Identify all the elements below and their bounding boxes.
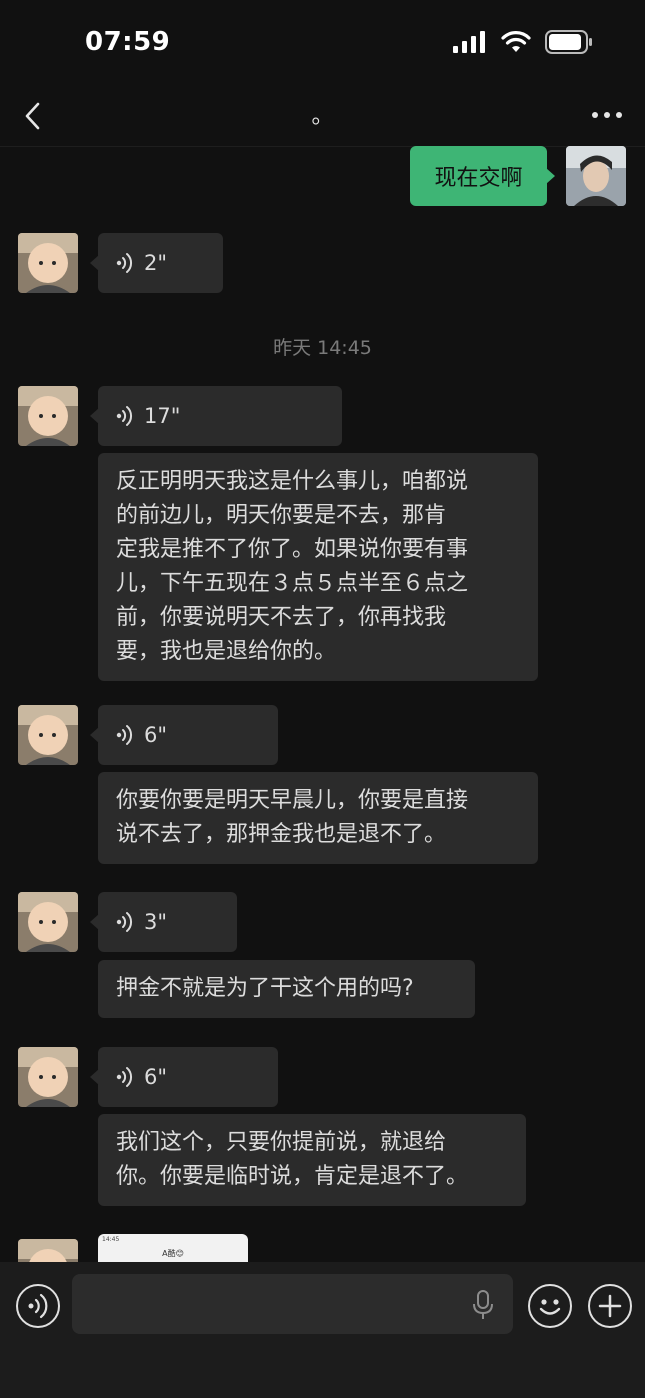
voice-wave-icon [28, 1293, 48, 1319]
chat-header: 。 [0, 88, 645, 147]
transcript-line: 定我是推不了你了。如果说你要有事 [116, 537, 469, 562]
emoji-button[interactable] [528, 1284, 572, 1328]
status-icons [453, 30, 593, 54]
voice-message[interactable]: 6" [90, 1047, 278, 1107]
contact-avatar[interactable] [18, 233, 78, 293]
voice-wave-icon [116, 725, 133, 745]
voice-transcript[interactable]: 反正明明天我这是什么事儿，咱都说 的前边儿，明天你要是不去，那肯 定我是推不了你… [98, 453, 538, 681]
chat-title: 。 [311, 104, 334, 129]
message-list[interactable]: 现在交啊 2" 昨天 14:45 17" 反正明明天我这是什么事儿，咱都说 的前… [0, 146, 645, 1262]
smiley-icon [539, 1299, 561, 1315]
voice-message[interactable]: 3" [90, 892, 237, 952]
thumb-status-time: 14:45 [102, 1236, 120, 1243]
transcript-line: 的前边儿，明天你要是不去，那肯 [116, 503, 447, 528]
voice-input-button[interactable] [16, 1284, 60, 1328]
transcript-line: 说不去了，那押金我也是退不了。 [116, 822, 447, 847]
transcript-line: 要，我也是退给你的。 [116, 639, 337, 664]
voice-transcript[interactable]: 我们这个，只要你提前说，就退给 你。你要是临时说，肯定是退不了。 [98, 1114, 526, 1206]
more-functions-button[interactable] [588, 1284, 632, 1328]
voice-message[interactable]: 2" [90, 233, 223, 293]
signal-icon [453, 31, 485, 53]
thumb-title: A酷😊 [162, 1249, 184, 1258]
transcript-line: 前，你要说明天不去了，你再找我 [116, 605, 447, 630]
voice-wave-icon [116, 253, 133, 273]
sent-text-bubble[interactable]: 现在交啊 [410, 146, 555, 206]
contact-avatar[interactable] [18, 1047, 78, 1107]
plus-icon [598, 1294, 622, 1318]
voice-duration: 3" [144, 910, 168, 934]
timestamp: 昨天 14:45 [273, 337, 372, 359]
input-bar [0, 1262, 645, 1398]
transcript-line: 押金不就是为了干这个用的吗? [116, 976, 414, 1001]
more-options-icon[interactable] [587, 100, 627, 130]
voice-duration: 2" [144, 251, 168, 275]
voice-duration: 6" [144, 723, 168, 747]
voice-message[interactable]: 6" [90, 705, 278, 765]
image-message[interactable]: 14:45 A酷😊 [98, 1234, 248, 1262]
voice-wave-icon [116, 1067, 133, 1087]
voice-duration: 6" [144, 1065, 168, 1089]
voice-transcript[interactable]: 你要你要是明天早晨儿，你要是直接 说不去了，那押金我也是退不了。 [98, 772, 538, 864]
battery-icon [545, 30, 592, 54]
contact-avatar[interactable] [18, 386, 78, 446]
my-avatar[interactable] [566, 146, 626, 206]
transcript-line: 你。你要是临时说，肯定是退不了。 [116, 1164, 469, 1189]
transcript-line: 你要你要是明天早晨儿，你要是直接 [116, 788, 469, 813]
contact-avatar[interactable] [18, 892, 78, 952]
voice-wave-icon [116, 912, 133, 932]
contact-avatar[interactable] [18, 705, 78, 765]
voice-duration: 17" [144, 404, 181, 428]
sent-text: 现在交啊 [434, 166, 523, 191]
voice-wave-icon [116, 406, 133, 426]
message-input[interactable] [72, 1274, 513, 1334]
status-time: 07:59 [85, 27, 171, 57]
transcript-line: 儿，下午五现在３点５点半至６点之 [116, 571, 469, 596]
voice-transcript[interactable]: 押金不就是为了干这个用的吗? [98, 960, 475, 1018]
contact-avatar[interactable] [18, 1239, 78, 1262]
wifi-icon [501, 31, 531, 52]
microphone-icon[interactable] [473, 1290, 493, 1320]
transcript-line: 我们这个，只要你提前说，就退给 [116, 1130, 447, 1155]
status-bar: 07:59 [0, 0, 645, 88]
voice-message[interactable]: 17" [90, 386, 342, 446]
transcript-line: 反正明明天我这是什么事儿，咱都说 [116, 469, 469, 494]
